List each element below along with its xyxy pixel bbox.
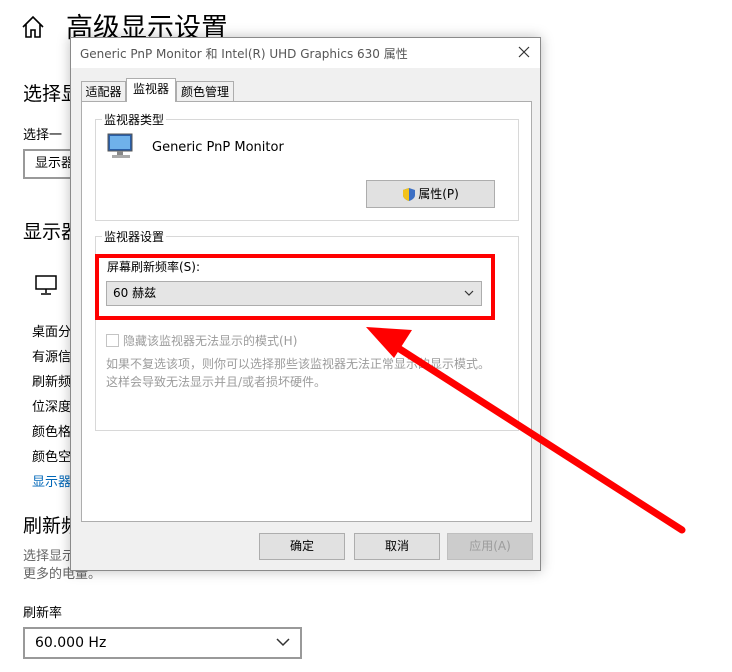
select-display-label: 选择一 [23, 128, 63, 143]
refresh-rate-description: 选择显示 [23, 549, 76, 564]
info-row: 颜色格 [32, 425, 72, 440]
dialog-title: Generic PnP Monitor 和 Intel(R) UHD Graph… [80, 47, 408, 61]
monitor-name: Generic PnP Monitor [152, 140, 284, 155]
refresh-rate-value: 60.000 Hz [35, 635, 107, 651]
refresh-rate-combobox-value: 60 赫兹 [113, 286, 157, 300]
monitor-type-group-label: 监视器类型 [102, 111, 167, 128]
apply-button[interactable]: 应用(A) [447, 533, 533, 560]
close-icon[interactable] [516, 44, 532, 60]
hint-text-line-1: 如果不复选该项，则你可以选择那些该监视器无法正常显示的显示模式。 [106, 357, 491, 371]
hide-modes-checkbox[interactable] [106, 334, 119, 347]
tab-adapter[interactable]: 适配器 [81, 81, 126, 101]
chevron-down-icon [464, 290, 474, 296]
ok-button[interactable]: 确定 [259, 533, 345, 560]
info-row: 有源信 [32, 350, 72, 365]
info-row: 颜色空 [32, 450, 72, 465]
refresh-rate-select[interactable]: 60.000 Hz [23, 627, 302, 659]
properties-button-label: 属性(P) [418, 187, 459, 201]
hint-text-line-2: 这样会导致无法显示并且/或者损坏硬件。 [106, 375, 327, 389]
monitor-icon [35, 275, 57, 295]
tab-panel-monitor: 监视器类型 Generic PnP Monitor 属性(P) 监视器设置 屏幕… [81, 101, 532, 522]
hide-modes-checkbox-label: 隐藏该监视器无法显示的模式(H) [123, 334, 298, 348]
tab-color-management[interactable]: 颜色管理 [176, 81, 234, 101]
adapter-properties-link[interactable]: 显示器 [32, 471, 71, 490]
tab-monitor[interactable]: 监视器 [126, 78, 176, 102]
cancel-button[interactable]: 取消 [354, 533, 440, 560]
shield-icon [403, 188, 416, 201]
home-icon[interactable] [20, 14, 46, 40]
monitor-properties-dialog: Generic PnP Monitor 和 Intel(R) UHD Graph… [70, 37, 541, 571]
refresh-rate-label: 刷新率 [23, 606, 63, 621]
monitor-settings-group-label: 监视器设置 [102, 228, 167, 245]
info-row: 位深度 [32, 400, 72, 415]
dialog-titlebar[interactable]: Generic PnP Monitor 和 Intel(R) UHD Graph… [71, 38, 540, 68]
info-row: 刷新频 [32, 375, 72, 390]
chevron-down-icon [276, 638, 290, 647]
monitor-type-group: 监视器类型 Generic PnP Monitor 属性(P) [95, 111, 519, 221]
properties-button[interactable]: 属性(P) [366, 180, 495, 208]
info-row: 桌面分 [32, 325, 72, 340]
refresh-rate-field-label: 屏幕刷新频率(S): [107, 260, 201, 274]
monitor-settings-group: 监视器设置 屏幕刷新频率(S): 60 赫兹 隐藏该监视器无法显示的模式(H) … [95, 228, 519, 431]
monitor-icon [107, 133, 133, 158]
refresh-rate-combobox[interactable]: 60 赫兹 [106, 281, 482, 306]
